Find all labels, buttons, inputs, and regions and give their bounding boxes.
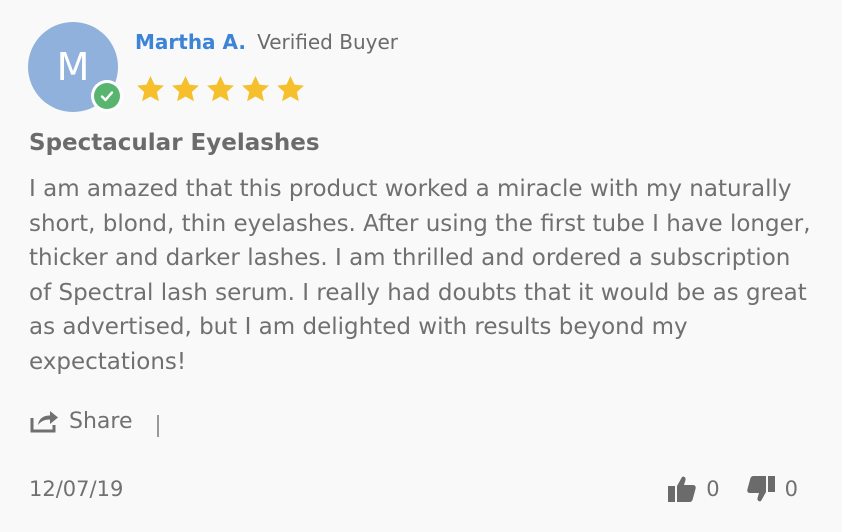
star-icon — [137, 75, 164, 102]
share-arrow-icon — [30, 411, 58, 433]
star-icon — [172, 75, 199, 102]
thumbs-up-button[interactable]: 0 — [667, 474, 720, 504]
share-label: Share — [69, 408, 133, 434]
verified-buyer-label: Verified Buyer — [257, 30, 398, 54]
share-button[interactable]: Share — [29, 408, 133, 434]
thumbs-up-count: 0 — [706, 477, 720, 501]
thumbs-down-button[interactable]: 0 — [746, 474, 798, 504]
star-rating — [135, 74, 306, 105]
review-body: I am amazed that this product worked a m… — [29, 176, 811, 375]
review-title: Spectacular Eyelashes — [29, 130, 320, 156]
verified-badge — [91, 80, 123, 112]
thumbs-up-icon — [668, 476, 697, 502]
author-name[interactable]: Martha A. — [135, 30, 246, 54]
check-circle-icon — [94, 83, 120, 109]
star-icon — [242, 75, 269, 102]
thumbs-down-icon — [746, 476, 775, 502]
star-icon — [207, 75, 234, 102]
avatar-initial: M — [56, 45, 90, 89]
divider — [157, 415, 159, 437]
review-date: 12/07/19 — [29, 477, 124, 501]
thumbs-down-count: 0 — [784, 477, 798, 501]
star-icon — [277, 75, 304, 102]
review-card: M Martha A. Verified Buyer Spectacular E… — [0, 0, 842, 532]
author-line: Martha A. Verified Buyer — [135, 30, 398, 54]
vote-controls: 0 0 — [667, 474, 798, 504]
